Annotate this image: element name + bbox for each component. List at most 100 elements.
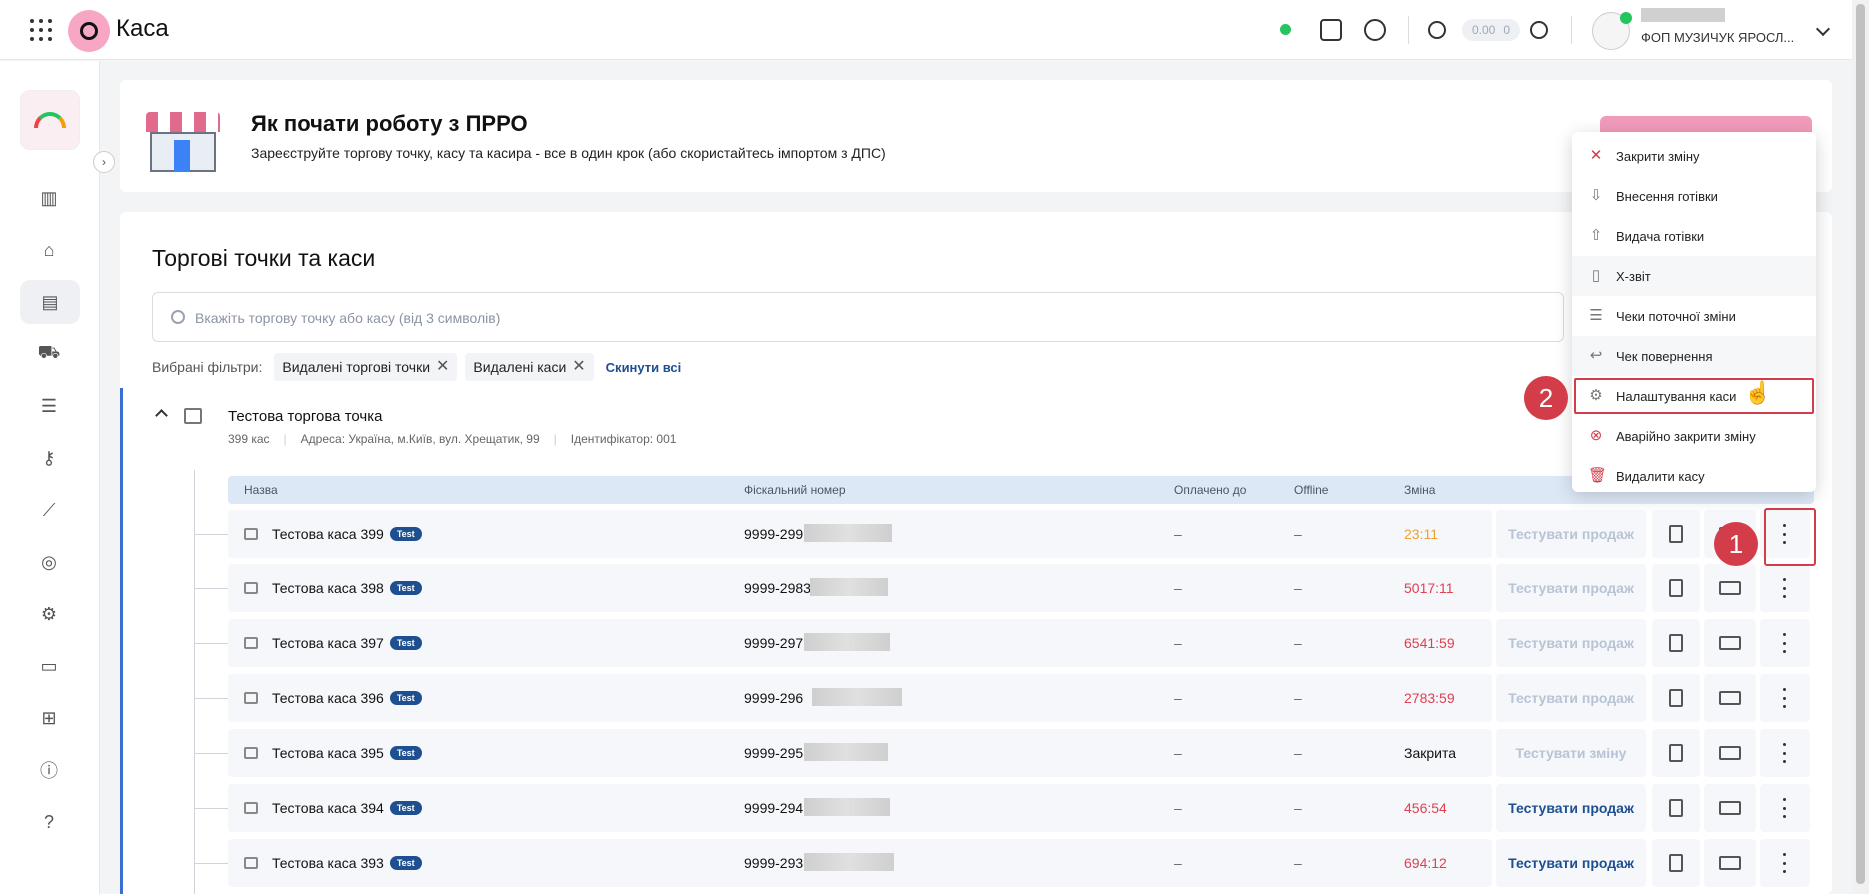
point-name[interactable]: Тестова торгова точка [228,408,382,425]
register-name[interactable]: Тестова каса 394 Test [272,800,422,816]
menu-item-delete-register[interactable]: 🗑 Видалити касу [1572,456,1816,496]
register-name[interactable]: Тестова каса 397 Test [272,635,422,651]
menu-item-emergency-close[interactable]: ⊗ Аварійно закрити зміну [1572,416,1816,456]
register-name[interactable]: Тестова каса 398 Test [272,580,422,596]
z-report-button[interactable] [1652,510,1700,558]
register-name[interactable]: Тестова каса 399 Test [272,526,422,542]
register-card-button[interactable] [1704,674,1756,722]
table-row[interactable]: Тестова каса 394 Test 9999-294– –456:54 Тест… [228,784,1814,832]
table-row[interactable]: Тестова каса 395 Test 9999-295– – Закрита Тес… [228,729,1814,777]
register-card-button[interactable] [1704,839,1756,887]
table-row[interactable]: Тестова каса 397 Test 9999-297– –6541:59 Тес… [228,619,1814,667]
test-sale-button[interactable]: Тестувати зміну [1496,729,1646,777]
register-card-icon [1719,856,1741,870]
register-name[interactable]: Тестова каса 393 Test [272,855,422,871]
menu-item-cash-out[interactable]: ⇧ Видача готівки [1572,216,1816,256]
register-card-button[interactable] [1704,784,1756,832]
test-sale-button[interactable]: Тестувати продаж [1496,839,1646,887]
menu-item-register-settings[interactable]: ⚙ Налаштування каси [1572,376,1816,416]
register-name-text: Тестова каса 398 [272,580,384,596]
mouse-cursor-icon: ☝ [1744,380,1772,405]
menu-item-x-report[interactable]: ▯ X-звіт [1572,256,1816,296]
fiscal-number: 9999-299 [744,526,804,542]
sidebar-chart-icon[interactable]: ⟋ [36,497,62,523]
row-main[interactable]: Тестова каса 399 Test 9999-299 – – 23:11 [228,510,1492,558]
table-row[interactable]: Тестова каса 398 Test 9999-2983– –5017:11 Те… [228,564,1814,612]
chevron-down-icon[interactable] [1815,21,1831,37]
more-actions-button[interactable] [1760,784,1810,832]
register-icon [244,747,258,759]
menu-item-cash-in[interactable]: ⇩ Внесення готівки [1572,176,1816,216]
row-main[interactable]: Тестова каса 393 Test 9999-293 – – 694:12 [228,839,1492,887]
remove-filter-icon[interactable]: ✕ [436,359,449,375]
search-box[interactable] [152,292,1564,342]
register-card-button[interactable] [1704,729,1756,777]
register-card-button[interactable] [1704,564,1756,612]
more-actions-button[interactable] [1760,839,1810,887]
test-sale-button[interactable]: Тестувати продаж [1496,619,1646,667]
test-sale-button[interactable]: Тестувати продаж [1496,784,1646,832]
apps-grid-icon[interactable] [30,19,52,41]
sidebar-settings-icon[interactable]: ⚙ [36,601,62,627]
highlight-box [1764,508,1816,566]
search-icon [171,310,185,324]
sidebar-home-icon[interactable]: ⌂ [36,237,62,263]
z-report-button[interactable] [1652,784,1700,832]
whatsapp-icon[interactable] [1530,21,1548,39]
sidebar-devices-icon[interactable]: ▭ [36,653,62,679]
sidebar-gift-icon[interactable]: ⊞ [36,705,62,731]
z-report-button[interactable] [1652,619,1700,667]
test-sale-button[interactable]: Тестувати продаж [1496,510,1646,558]
row-main[interactable]: Тестова каса 395 Test 9999-295 – – Закрита [228,729,1492,777]
menu-item-current-receipts[interactable]: ☰ Чеки поточної зміни [1572,296,1816,336]
sidebar-receipts-icon[interactable]: ☰ [36,393,62,419]
point-count: 399 кас [228,432,270,446]
brand-logo[interactable] [68,10,110,52]
news-icon[interactable] [1320,19,1342,41]
more-actions-button[interactable] [1760,729,1810,777]
fiscal-number: 9999-293 [744,855,804,871]
table-row[interactable]: Тестова каса 393 Test 9999-293– –694:12 Тест… [228,839,1814,887]
banner-subtitle: Зареєструйте торгову точку, касу та каси… [251,145,886,161]
z-report-button[interactable] [1652,674,1700,722]
page-scrollbar[interactable] [1852,0,1869,894]
sidebar-info-icon[interactable]: ⓘ [36,757,62,783]
filter-chip: Видалені каси ✕ [465,353,594,381]
menu-item-return-receipt[interactable]: ↩ Чек повернення [1572,336,1816,376]
register-name[interactable]: Тестова каса 395 Test [272,745,422,761]
register-card-button[interactable] [1704,619,1756,667]
sidebar-analytics-icon[interactable]: ▥ [36,185,62,211]
search-input[interactable] [195,305,1495,331]
sidebar-expand-icon[interactable]: › [93,151,115,173]
account-name[interactable]: ФОП МУЗИЧУК ЯРОСЛ... [1641,30,1794,45]
z-report-button[interactable] [1652,564,1700,612]
row-main[interactable]: Тестова каса 396 Test 9999-296 – – 2783:59 [228,674,1492,722]
register-name[interactable]: Тестова каса 396 Test [272,690,422,706]
sidebar-help-icon[interactable]: ? [36,809,62,835]
dashboard-gauge-button[interactable] [20,90,80,150]
z-report-button[interactable] [1652,839,1700,887]
row-main[interactable]: Тестова каса 397 Test 9999-297 – – 6541:59 [228,619,1492,667]
kebab-icon [1783,798,1787,818]
sidebar-key-icon[interactable]: ⚷ [36,445,62,471]
more-actions-button[interactable] [1760,619,1810,667]
menu-item-close-shift[interactable]: ✕ Закрити зміну [1572,136,1816,176]
remove-filter-icon[interactable]: ✕ [572,359,585,375]
z-report-button[interactable] [1652,729,1700,777]
test-sale-button[interactable]: Тестувати продаж [1496,564,1646,612]
sidebar-store-icon[interactable]: ▤ [20,280,80,324]
support-headset-icon[interactable] [1364,19,1386,41]
row-main[interactable]: Тестова каса 394 Test 9999-294 – – 456:54 [228,784,1492,832]
test-sale-button[interactable]: Тестувати продаж [1496,674,1646,722]
table-row[interactable]: Тестова каса 399 Test 9999-299 – – 23:11 Тесту… [228,510,1814,558]
sidebar-coin-icon[interactable]: ◎ [36,549,62,575]
more-actions-button[interactable] [1760,564,1810,612]
more-actions-button[interactable] [1760,674,1810,722]
row-main[interactable]: Тестова каса 398 Test 9999-2983 – – 5017:11 [228,564,1492,612]
balance-pill[interactable]: 0.00 0 [1462,19,1521,41]
table-row[interactable]: Тестова каса 396 Test 9999-296– –2783:59 Тес… [228,674,1814,722]
coin-icon[interactable] [1428,21,1446,39]
sidebar-cart-icon[interactable]: ⛟ [36,341,62,367]
col-fiscal: Фіскальний номер [744,483,846,497]
reset-filters-link[interactable]: Скинути всі [606,360,682,375]
